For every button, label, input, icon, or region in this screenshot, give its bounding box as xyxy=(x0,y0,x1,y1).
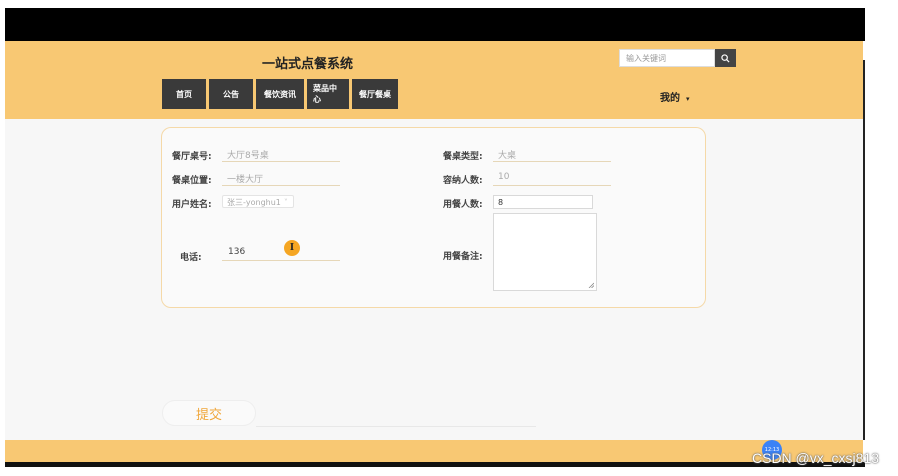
main-nav: 首页 公告 餐饮资讯 菜品中心 餐厅餐桌 xyxy=(162,79,398,109)
table-no-field[interactable]: 大厅8号桌 xyxy=(222,148,340,162)
user-menu[interactable]: 我的 ▾ xyxy=(660,89,690,104)
table-type-field[interactable]: 大桌 xyxy=(493,148,611,162)
watermark-text: CSDN @vx_cxsj813 xyxy=(752,450,880,466)
username-select[interactable]: 张三-yonghu1 ˅ xyxy=(222,195,294,208)
site-title: 一站式点餐系统 xyxy=(262,57,354,72)
username-select-value: 张三-yonghu1 xyxy=(227,198,281,207)
user-menu-label: 我的 xyxy=(660,93,680,104)
username-label: 用户姓名: xyxy=(172,200,212,210)
submit-button[interactable]: 提交 xyxy=(162,400,256,426)
table-type-label: 餐桌类型: xyxy=(443,152,483,162)
remark-textarea[interactable] xyxy=(493,213,597,291)
location-label: 餐桌位置: xyxy=(172,176,212,186)
chevron-down-icon: ˅ xyxy=(283,198,288,207)
diners-input[interactable]: 8 xyxy=(493,195,593,209)
site-header: 一站式点餐系统 输入关键词 首页 公告 餐饮资讯 菜品中心 餐厅餐桌 我的 ▾ xyxy=(5,41,863,119)
capacity-field[interactable]: 10 xyxy=(493,172,611,186)
browser-top-bar xyxy=(5,8,865,41)
right-edge-bar xyxy=(863,60,865,440)
remark-label: 用餐备注: xyxy=(443,252,483,262)
location-field[interactable]: 一楼大厅 xyxy=(222,172,340,186)
diners-label: 用餐人数: xyxy=(443,200,483,210)
resize-handle-icon[interactable] xyxy=(588,282,594,288)
bottom-black-bar xyxy=(5,462,865,467)
chevron-down-icon: ▾ xyxy=(686,95,690,103)
search-input[interactable]: 输入关键词 xyxy=(619,49,715,67)
phone-input[interactable]: 136 xyxy=(222,247,340,261)
site-footer xyxy=(5,440,863,463)
nav-news[interactable]: 餐饮资讯 xyxy=(256,79,304,109)
divider xyxy=(256,426,536,427)
nav-dishes[interactable]: 菜品中心 xyxy=(307,79,349,109)
table-no-label: 餐厅桌号: xyxy=(172,152,212,162)
phone-label: 电话: xyxy=(180,253,202,263)
nav-notice[interactable]: 公告 xyxy=(209,79,253,109)
search-icon xyxy=(721,53,730,63)
search-button[interactable] xyxy=(715,49,736,67)
capacity-label: 容纳人数: xyxy=(443,176,483,186)
nav-tables[interactable]: 餐厅餐桌 xyxy=(352,79,398,109)
nav-home[interactable]: 首页 xyxy=(162,79,206,109)
text-cursor-icon: I xyxy=(284,240,300,256)
